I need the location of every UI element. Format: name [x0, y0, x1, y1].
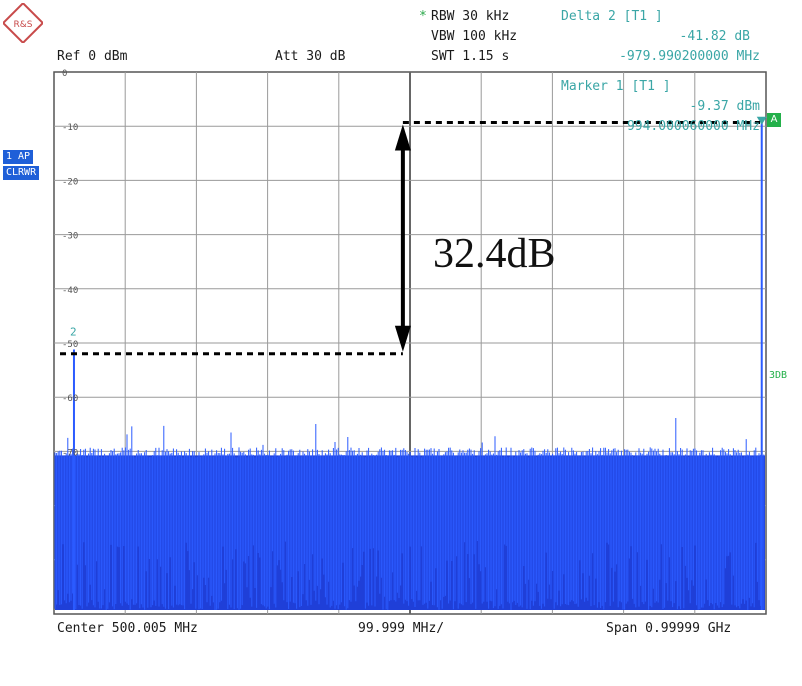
- delta-annotation: 32.4dB: [433, 231, 556, 277]
- freq-per-div: 99.999 MHz/: [358, 621, 445, 636]
- marker1-level: -9.37 dBm: [689, 99, 760, 114]
- marker2-label: 2: [70, 325, 77, 338]
- y-tick-label: 0: [62, 69, 67, 79]
- y-tick-label: -60: [62, 394, 78, 404]
- 3db-tag: 3DB: [769, 370, 788, 381]
- center-freq: Center 500.005 MHz: [57, 621, 198, 636]
- y-tick-label: -20: [62, 177, 78, 187]
- marker1-freq: 994.000060000 MHz: [626, 119, 760, 134]
- trace-a-tag: A: [767, 113, 781, 127]
- y-tick-label: -10: [62, 123, 78, 133]
- y-tick-label: -50: [62, 340, 78, 350]
- y-tick-label: -40: [62, 286, 78, 296]
- y-tick-label: -30: [62, 232, 78, 242]
- spectrum-plot: 0 -10 -20 -30 -40 -50 -60 -70 2: [53, 69, 767, 615]
- marker1-title: Marker 1 [T1 ]: [561, 79, 671, 94]
- span-freq: Span 0.99999 GHz: [606, 621, 732, 636]
- y-tick-label: -70: [62, 448, 78, 458]
